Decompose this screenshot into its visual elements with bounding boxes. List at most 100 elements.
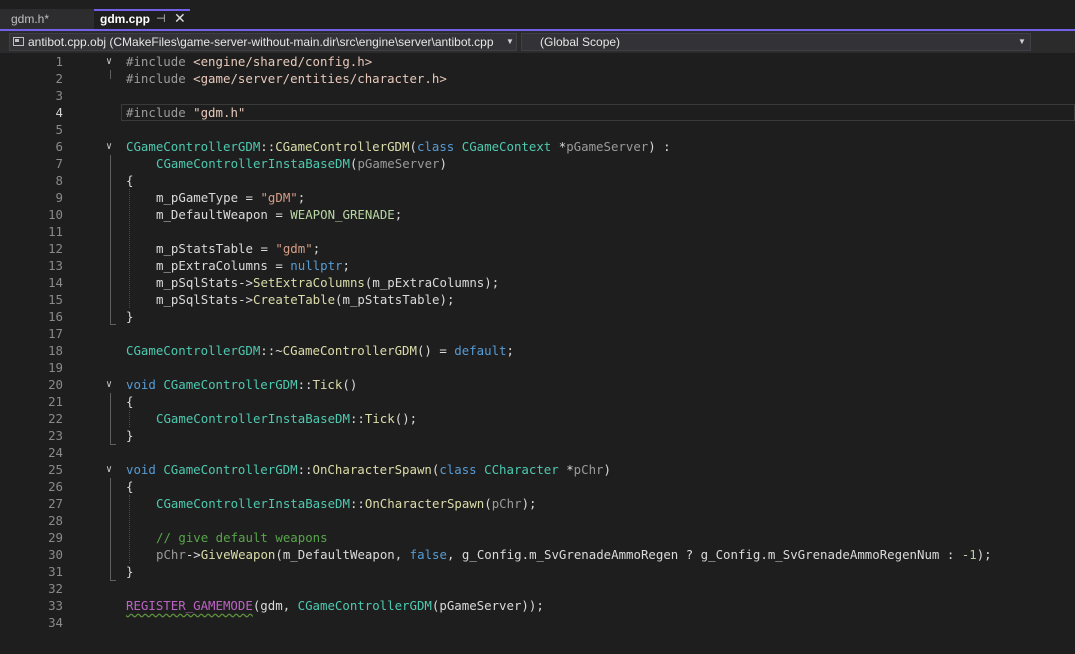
token: pChr [573,462,604,477]
token: false [409,547,447,562]
token: nullptr [290,258,343,273]
token: #include [126,54,194,69]
line-number: 8 [55,173,63,188]
code-line[interactable]: 24 [0,444,1075,461]
token: pGameServer [357,156,440,171]
code-line[interactable]: 25 ∨ void CGameControllerGDM::OnCharacte… [0,461,1075,478]
token: :: [349,411,365,426]
token: CGameControllerInstaBaseDM [156,411,350,426]
token: * [551,139,567,154]
code-line[interactable]: 32 [0,580,1075,597]
token: ) [439,156,447,171]
scope-dropdown-label: (Global Scope) [540,35,621,49]
line-number: 26 [48,479,63,494]
project-dropdown[interactable]: antibot.cpp.obj (CMakeFiles\game-server-… [9,33,517,51]
code-line[interactable]: 3 [0,87,1075,104]
code-line[interactable]: 8 { [0,172,1075,189]
token: ) [603,462,611,477]
token: ; [506,343,514,358]
code-line[interactable]: 10 m_DefaultWeapon = WEAPON_GRENADE; [0,206,1075,223]
line-number: 5 [55,122,63,137]
token: ) : [648,139,671,154]
token: CCharacter [484,462,559,477]
code-line[interactable]: 12 m_pStatsTable = "gdm"; [0,240,1075,257]
line-number: 18 [48,343,63,358]
line-number: 10 [48,207,63,222]
code-line[interactable]: 20 ∨ void CGameControllerGDM::Tick() [0,376,1075,393]
project-file-icon [13,37,24,46]
code-line[interactable]: 7 CGameControllerInstaBaseDM(pGameServer… [0,155,1075,172]
fold-toggle-icon[interactable]: ∨ [106,53,112,70]
line-number: 3 [55,88,63,103]
code-line[interactable]: 9 m_pGameType = "gDM"; [0,189,1075,206]
close-icon[interactable]: ✕ [174,10,186,27]
code-line[interactable]: 17 [0,325,1075,342]
code-line[interactable]: 22 CGameControllerInstaBaseDM::Tick(); [0,410,1075,427]
code-line[interactable]: 5 [0,121,1075,138]
code-line[interactable]: 4 #include "gdm.h" [0,104,1075,121]
token: pChr [491,496,522,511]
token: , [282,598,298,613]
code-line[interactable]: 33 REGISTER_GAMEMODE(gdm, CGameControlle… [0,597,1075,614]
code-line[interactable]: 6 ∨ CGameControllerGDM::CGameControllerG… [0,138,1075,155]
code-line[interactable]: 28 [0,512,1075,529]
token: m_pExtraColumns [372,275,485,290]
line-number: 20 [48,377,63,392]
fold-toggle-icon[interactable]: ∨ [106,376,112,393]
line-number: 23 [48,428,63,443]
token: "gdm.h" [193,105,246,120]
project-dropdown-label: antibot.cpp.obj (CMakeFiles\game-server-… [28,35,494,49]
pin-icon[interactable]: ⊣ [156,11,166,28]
code-line[interactable]: 21 { [0,393,1075,410]
code-line[interactable]: 31 } [0,563,1075,580]
token: -1 [961,547,977,562]
code-line[interactable]: 29 // give default weapons [0,529,1075,546]
code-line[interactable]: 11 [0,223,1075,240]
tab-gdm-h[interactable]: gdm.h* [0,9,94,29]
line-number: 34 [48,615,63,630]
token: } [126,428,134,443]
code-line[interactable]: 23 } [0,427,1075,444]
token: ); [521,496,537,511]
code-line[interactable]: 16 } [0,308,1075,325]
code-line[interactable]: 26 { [0,478,1075,495]
fold-toggle-icon[interactable]: ∨ [106,461,112,478]
token: m_pSqlStats [156,275,239,290]
token: m_DefaultWeapon [282,547,395,562]
line-number: 12 [48,241,63,256]
chevron-down-icon[interactable]: ▼ [1018,34,1026,50]
token: g_Config [700,547,761,562]
code-line[interactable]: 19 [0,359,1075,376]
scope-dropdown[interactable]: (Global Scope) ▼ [521,33,1031,51]
chevron-down-icon[interactable]: ▼ [506,34,514,50]
tab-gdm-cpp-label: gdm.cpp [100,12,150,26]
token: SetExtraColumns [252,275,365,290]
code-line[interactable]: 1 ∨ #include <engine/shared/config.h> [0,53,1075,70]
token: () [342,377,358,392]
token: WEAPON_GRENADE [290,207,395,222]
token: ::~ [260,343,283,358]
token: CGameControllerInstaBaseDM [156,496,350,511]
line-number: 9 [55,190,63,205]
code-line[interactable]: 34 [0,614,1075,631]
line-number: 16 [48,309,63,324]
code-line[interactable]: 27 CGameControllerInstaBaseDM::OnCharact… [0,495,1075,512]
code-editor[interactable]: 1 ∨ #include <engine/shared/config.h> 2 … [0,53,1075,654]
token: ); [439,292,455,307]
token: CGameControllerGDM [163,377,298,392]
code-line[interactable]: 2 #include <game/server/entities/charact… [0,70,1075,87]
token: = [238,190,261,205]
fold-toggle-icon[interactable]: ∨ [106,138,112,155]
token: = [267,207,291,222]
code-line[interactable]: 18 CGameControllerGDM::~CGameControllerG… [0,342,1075,359]
tab-gdm-cpp[interactable]: gdm.cpp ⊣ ✕ [94,9,190,29]
code-line[interactable]: 13 m_pExtraColumns = nullptr; [0,257,1075,274]
code-line[interactable]: 30 pChr->GiveWeapon(m_DefaultWeapon, fal… [0,546,1075,563]
token: : [939,547,962,562]
code-line[interactable]: 14 m_pSqlStats->SetExtraColumns(m_pExtra… [0,274,1075,291]
line-number: 4 [55,105,63,120]
code-line[interactable]: 15 m_pSqlStats->CreateTable(m_pStatsTabl… [0,291,1075,308]
token: m_pSqlStats [156,292,239,307]
token: . [760,547,768,562]
